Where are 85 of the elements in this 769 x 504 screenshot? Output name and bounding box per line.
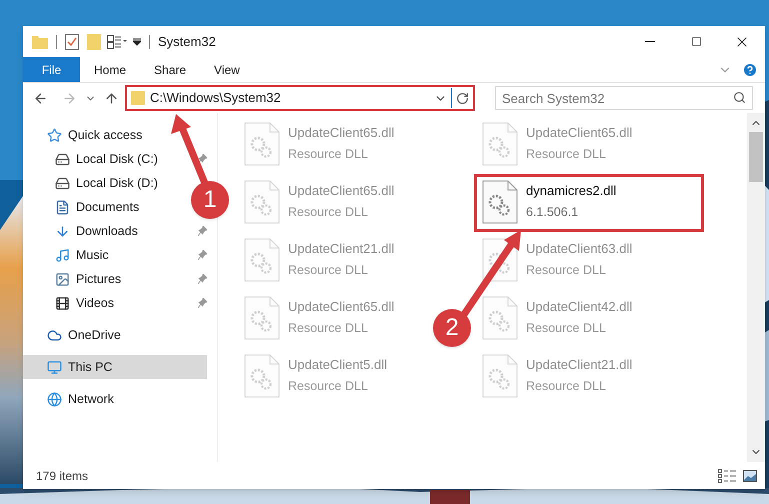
file-menu-tab[interactable]: File <box>23 57 80 82</box>
file-detail: Resource DLL <box>288 320 369 336</box>
back-icon[interactable] <box>33 90 48 106</box>
help-icon[interactable] <box>742 62 758 78</box>
item-count: 179 items <box>36 468 88 484</box>
file-name: UpdateClient63.dll <box>526 240 632 258</box>
file-detail: Resource DLL <box>526 378 607 394</box>
dll-file-icon <box>482 296 518 340</box>
file-detail: Resource DLL <box>288 146 369 162</box>
picture-icon <box>55 272 70 286</box>
dll-file-icon <box>244 122 280 166</box>
file-name: UpdateClient65.dll <box>288 182 394 200</box>
nav-item[interactable]: Videos <box>23 291 118 315</box>
pin-icon <box>198 250 207 260</box>
cloud-icon <box>47 328 62 342</box>
file-name: UpdateClient5.dll <box>288 356 388 374</box>
view-options-icon <box>107 34 127 48</box>
file-detail: Resource DLL <box>526 146 607 162</box>
star-icon <box>47 128 62 142</box>
music-note-icon <box>55 248 70 262</box>
file-detail: Resource DLL <box>288 204 369 220</box>
file-detail: Resource DLL <box>288 262 369 278</box>
nav-item[interactable]: Quick access <box>23 123 146 147</box>
details-view-icon[interactable] <box>718 468 736 482</box>
film-icon <box>55 296 70 310</box>
ribbon-tab[interactable]: Share <box>140 57 200 82</box>
scroll-thumb[interactable] <box>749 132 763 182</box>
dll-file-icon <box>482 122 518 166</box>
dll-file-icon <box>482 354 518 398</box>
pin-icon <box>198 274 207 284</box>
file-name: UpdateClient65.dll <box>288 124 394 142</box>
pin-icon <box>198 154 207 164</box>
dll-file-icon <box>482 180 518 224</box>
customize-toolbar-icon <box>133 38 141 46</box>
nav-item[interactable]: Local Disk (C:) <box>23 147 162 171</box>
monitor-icon <box>47 360 62 374</box>
network-icon <box>47 392 62 406</box>
dll-file-icon <box>244 354 280 398</box>
address-field[interactable]: C:\Windows\System32 <box>125 85 475 111</box>
dll-file-icon <box>244 180 280 224</box>
window-title: System32 <box>158 32 216 51</box>
folder-icon <box>32 34 48 48</box>
maximize-icon <box>690 36 702 47</box>
file-detail: Resource DLL <box>288 378 369 394</box>
file-name: UpdateClient65.dll <box>526 124 632 142</box>
file-detail: Resource DLL <box>526 320 607 336</box>
nav-item[interactable]: Documents <box>23 195 144 219</box>
large-icons-view-icon[interactable] <box>743 470 757 482</box>
file-name: UpdateClient65.dll <box>288 298 394 316</box>
dll-file-icon <box>244 238 280 282</box>
ribbon-tab[interactable]: View <box>200 57 254 82</box>
file-item[interactable]: dynamicres2.dll 6.1.506.1 <box>474 174 704 232</box>
file-name: UpdateClient21.dll <box>288 240 394 258</box>
document-icon <box>55 200 70 214</box>
file-detail: 6.1.506.1 <box>526 204 580 220</box>
properties-check-icon <box>65 34 79 50</box>
nav-item[interactable]: Network <box>23 387 118 411</box>
nav-item[interactable]: Music <box>23 243 113 267</box>
file-name: UpdateClient42.dll <box>526 298 632 316</box>
nav-item[interactable]: This PC <box>23 355 207 379</box>
up-icon[interactable] <box>104 90 119 106</box>
file-name: UpdateClient21.dll <box>526 356 632 374</box>
folder-icon <box>131 91 145 105</box>
minimize-icon <box>645 41 655 42</box>
step-number-badge: 2 <box>433 309 471 347</box>
pin-icon <box>198 298 207 308</box>
scrollbar[interactable] <box>747 113 765 462</box>
file-detail: Resource DLL <box>526 262 607 278</box>
file-name: dynamicres2.dll <box>526 182 616 200</box>
search-icon <box>733 91 746 104</box>
new-folder-icon <box>87 34 101 50</box>
dll-file-icon <box>482 238 518 282</box>
drive-icon <box>55 152 70 166</box>
refresh-icon[interactable] <box>456 92 469 104</box>
nav-item[interactable]: Downloads <box>23 219 142 243</box>
download-arrow-icon <box>55 224 70 238</box>
nav-item[interactable]: Pictures <box>23 267 126 291</box>
drive-icon <box>55 176 70 190</box>
ribbon-tab[interactable]: Home <box>80 57 140 82</box>
search-field[interactable]: Search System32 <box>495 86 753 110</box>
step-number-badge: 1 <box>191 181 229 219</box>
dll-file-icon <box>244 296 280 340</box>
nav-item[interactable]: OneDrive <box>23 323 125 347</box>
nav-item[interactable]: Local Disk (D:) <box>23 171 162 195</box>
pin-icon <box>198 226 207 236</box>
